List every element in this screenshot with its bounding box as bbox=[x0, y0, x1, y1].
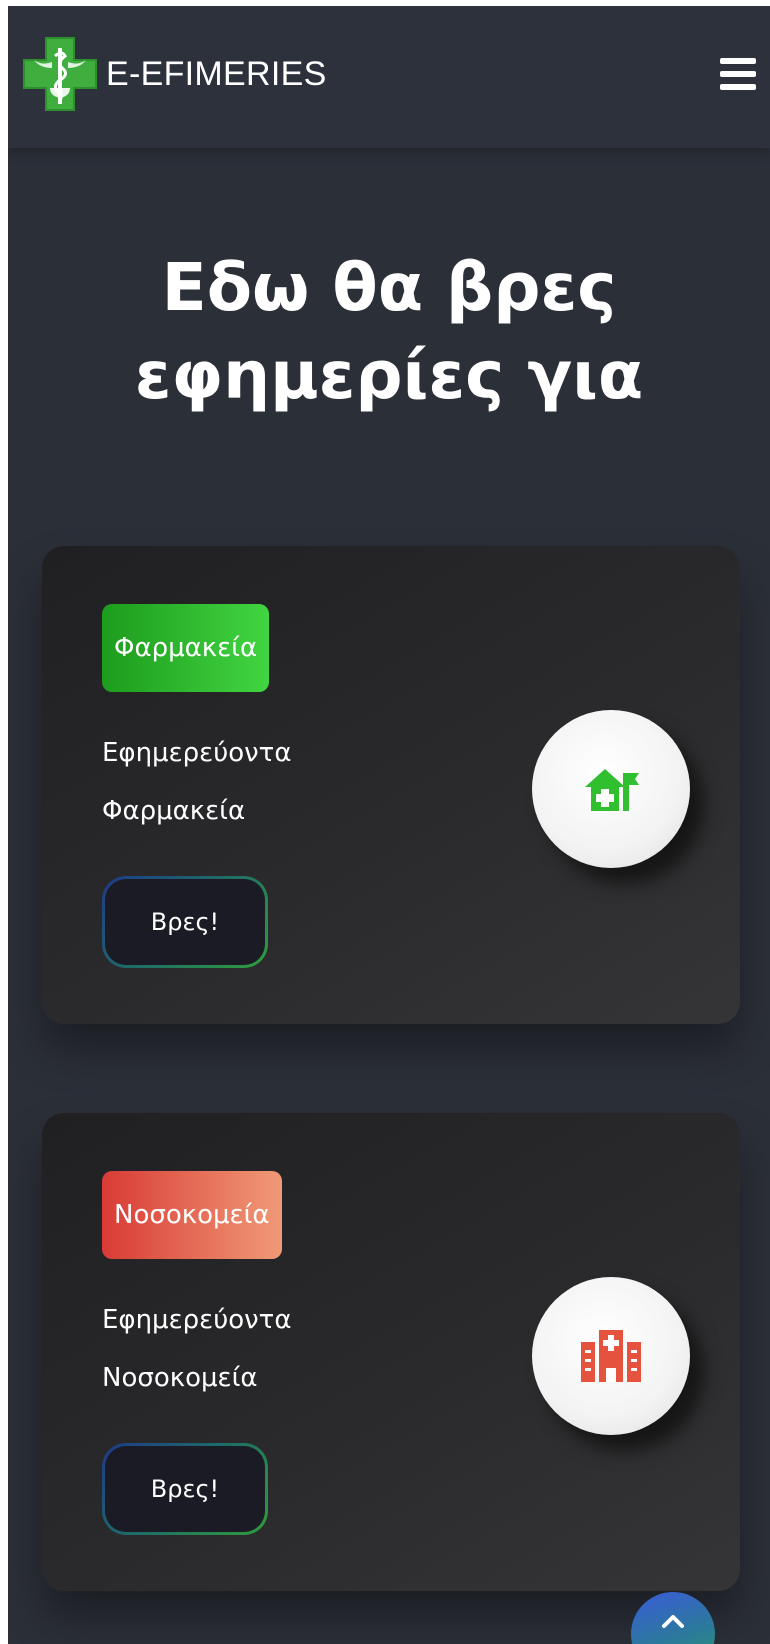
hospitals-badge: Νοσοκομεία bbox=[102, 1171, 282, 1259]
hospitals-card: Νοσοκομεία Εφημερεύοντα Νοσοκομεία Βρες! bbox=[42, 1113, 740, 1591]
hamburger-menu-icon[interactable] bbox=[720, 58, 756, 92]
hospital-building-icon bbox=[581, 1330, 641, 1382]
brand-link[interactable]: E-EFIMERIES bbox=[22, 36, 327, 112]
find-pharmacies-button[interactable]: Βρες! bbox=[102, 876, 268, 968]
page: E-EFIMERIES Εδω θα βρες εφημερίες για Φα… bbox=[8, 6, 770, 1644]
hospitals-icon-circle bbox=[532, 1277, 690, 1435]
scroll-to-top-button[interactable] bbox=[631, 1592, 715, 1644]
chevron-up-icon bbox=[662, 1615, 684, 1628]
hero-title: Εδω θα βρες εφημερίες για bbox=[134, 249, 644, 414]
pharmacy-house-flag-icon bbox=[585, 769, 639, 811]
pharmacies-card: Φαρμακεία Εφημερεύοντα Φαρμακεία Βρες! bbox=[42, 546, 740, 1024]
pharmacies-icon-circle bbox=[532, 710, 690, 868]
find-hospitals-button[interactable]: Βρες! bbox=[102, 1443, 268, 1535]
pharmacy-cross-caduceus-icon bbox=[23, 37, 97, 111]
pharmacies-badge: Φαρμακεία bbox=[102, 604, 270, 692]
top-navbar: E-EFIMERIES bbox=[8, 6, 770, 148]
hospitals-description: Εφημερεύοντα Νοσοκομεία bbox=[102, 1305, 292, 1393]
pharmacies-description: Εφημερεύοντα Φαρμακεία bbox=[102, 738, 292, 826]
brand-name: E-EFIMERIES bbox=[106, 54, 327, 93]
